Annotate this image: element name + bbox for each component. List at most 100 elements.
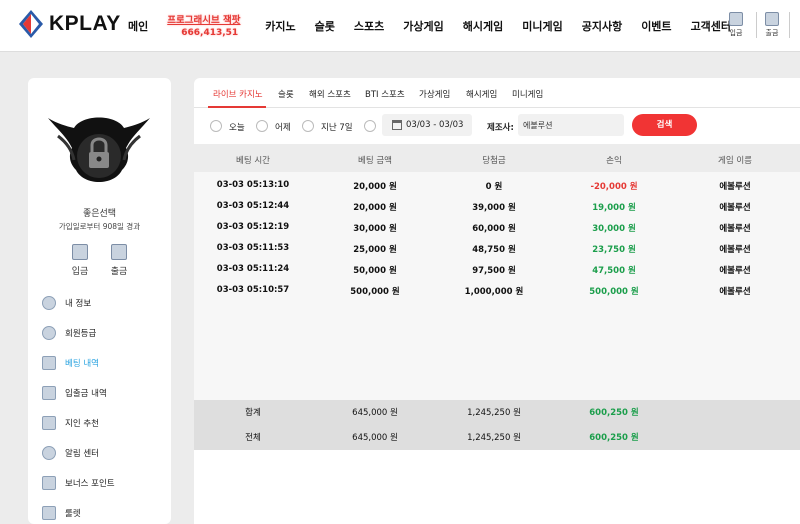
- cell-bet-amount: 30,000 원: [353, 224, 397, 234]
- logo-text: KPLAY: [49, 12, 121, 35]
- sidebar-withdraw-button[interactable]: 출금: [104, 244, 134, 277]
- cell-bet-time: 03-03 05:12:19: [216, 222, 290, 232]
- table-body: 03-03 05:13:10 20,000 원0 원 -20,000 원 에볼루션 03…: [194, 172, 800, 400]
- nav-event[interactable]: 이벤트: [641, 18, 671, 34]
- roulette-icon: [42, 506, 56, 520]
- total-row: 전체 645,000 원 1,245,250 원 600,250 원: [194, 425, 800, 450]
- date-range-value: 03/03 - 03/03: [406, 120, 464, 130]
- cell-game-name: 에볼루션: [719, 266, 751, 276]
- deposit-icon: [72, 244, 88, 260]
- cell-game-name: 에볼루션: [719, 203, 751, 213]
- sidebar-item-label: 지인 추천: [65, 419, 99, 429]
- radio-today-label: 오늘: [229, 123, 245, 133]
- tab-mini-game[interactable]: 미니게임: [512, 88, 543, 100]
- jackpot-amount: 666,413,51: [181, 28, 239, 38]
- radio-custom-date[interactable]: [364, 120, 376, 132]
- nav-deposit-label: 입금: [729, 29, 743, 37]
- sidebar-deposit-label: 입금: [71, 267, 89, 277]
- subtotal-win: 1,245,250 원: [467, 408, 521, 418]
- cell-profit: 500,000 원: [589, 287, 639, 297]
- nav-virtual-game[interactable]: 가상게임: [403, 18, 443, 34]
- subtotal-label: 합계: [245, 408, 261, 418]
- nav-sports[interactable]: 스포츠: [354, 18, 384, 34]
- nav-mini-game[interactable]: 미니게임: [522, 18, 562, 34]
- cell-game-name: 에볼루션: [719, 182, 751, 192]
- wallet-icon: [42, 386, 56, 400]
- nav-withdraw-label: 출금: [765, 29, 779, 37]
- header-bet-time: 베팅 시간: [236, 156, 270, 166]
- cell-profit: 19,000 원: [592, 203, 636, 213]
- sidebar-item-label: 알림 센터: [65, 449, 99, 459]
- table-row: 03-03 05:11:53 25,000 원 48,750 원 23,750 원 에볼…: [194, 239, 800, 260]
- jackpot-title: 프로그래시브 잭팟: [167, 15, 241, 26]
- referral-icon: [42, 416, 56, 430]
- radio-today[interactable]: [210, 120, 222, 132]
- sidebar-item-transaction-history[interactable]: 입출금 내역: [42, 386, 107, 400]
- cell-bet-time: 03-03 05:11:53: [216, 243, 290, 253]
- tab-virtual-game[interactable]: 가상게임: [419, 88, 450, 100]
- radio-last-7-days[interactable]: [302, 120, 314, 132]
- gift-icon: [42, 476, 56, 490]
- radio-last-7-days-label: 지난 7일: [321, 123, 353, 133]
- sidebar-item-membership-level[interactable]: 회원등급: [42, 326, 96, 340]
- sidebar-item-label: 보너스 포인트: [65, 479, 115, 489]
- top-navigation-bar: KPLAY 메인 프로그래시브 잭팟 666,413,51 카지노 슬롯 스포츠…: [0, 0, 800, 52]
- sidebar-item-label: 룰렛: [65, 509, 81, 519]
- cell-bet-time: 03-03 05:13:10: [216, 180, 290, 190]
- subtotal-bet: 645,000 원: [352, 408, 398, 418]
- sidebar-item-label: 베팅 내역: [65, 359, 99, 369]
- tab-live-casino[interactable]: 라이브 카지노: [213, 88, 263, 100]
- withdraw-icon: [111, 244, 127, 260]
- cell-profit: 23,750 원: [592, 245, 636, 255]
- cell-bet-amount: 20,000 원: [353, 182, 397, 192]
- sidebar-item-referral[interactable]: 지인 추천: [42, 416, 99, 430]
- cell-winnings: 1,000,000 원: [464, 287, 524, 297]
- sidebar-item-my-info[interactable]: 내 정보: [42, 296, 91, 310]
- tab-bti-sports[interactable]: BTI 스포츠: [365, 88, 405, 100]
- sidebar-deposit-button[interactable]: 입금: [65, 244, 95, 277]
- search-button[interactable]: 검색: [632, 114, 697, 136]
- maker-select[interactable]: 에볼루션: [518, 114, 624, 136]
- divider: [789, 12, 790, 38]
- cell-game-name: 에볼루션: [719, 245, 751, 255]
- table-row: 03-03 05:10:57 500,000 원 1,000,000 원 500,00…: [194, 281, 800, 302]
- nav-deposit-button[interactable]: 입금: [722, 12, 750, 38]
- sidebar-item-roulette[interactable]: 룰렛: [42, 506, 81, 520]
- radio-yesterday-label: 어제: [275, 123, 291, 133]
- total-win: 1,245,250 원: [467, 433, 521, 443]
- nav-notice[interactable]: 공지사항: [582, 18, 622, 34]
- date-range-picker[interactable]: 03/03 - 03/03: [382, 114, 472, 136]
- nav-hash-game[interactable]: 해시게임: [463, 18, 503, 34]
- sidebar: 좋은선택 가입일로부터 908일 경과 입금 출금 내 정보 회원등급 베팅 내…: [28, 78, 171, 524]
- progressive-jackpot[interactable]: 프로그래시브 잭팟 666,413,51: [167, 6, 251, 46]
- betting-history-panel: 라이브 카지노 슬롯 해외 스포츠 BTI 스포츠 가상게임 해시게임 미니게임…: [194, 78, 800, 524]
- cell-winnings: 97,500 원: [472, 266, 516, 276]
- table-row: 03-03 05:12:19 30,000 원 60,000 원 30,000 원 에볼…: [194, 218, 800, 239]
- total-profit: 600,250 원: [589, 433, 639, 443]
- tab-overseas-sports[interactable]: 해외 스포츠: [309, 88, 351, 100]
- nav-casino[interactable]: 카지노: [265, 18, 295, 34]
- radio-yesterday[interactable]: [256, 120, 268, 132]
- logo[interactable]: KPLAY: [18, 8, 121, 40]
- cell-bet-amount: 25,000 원: [353, 245, 397, 255]
- cell-bet-amount: 20,000 원: [353, 203, 397, 213]
- subtotal-profit: 600,250 원: [589, 408, 639, 418]
- sidebar-item-bonus-point[interactable]: 보너스 포인트: [42, 476, 115, 490]
- tab-hash-game[interactable]: 해시게임: [466, 88, 497, 100]
- tab-slot[interactable]: 슬롯: [278, 88, 294, 100]
- main-nav: 메인 프로그래시브 잭팟 666,413,51 카지노 슬롯 스포츠 가상게임 …: [128, 0, 750, 52]
- header-bet-amount: 베팅 금액: [358, 156, 392, 166]
- nav-main[interactable]: 메인: [128, 18, 148, 34]
- cell-winnings: 60,000 원: [472, 224, 516, 234]
- sidebar-item-label: 입출금 내역: [65, 389, 107, 399]
- nav-slot[interactable]: 슬롯: [315, 18, 335, 34]
- sidebar-item-betting-history[interactable]: 베팅 내역: [42, 356, 99, 370]
- cell-profit: -20,000 원: [590, 182, 638, 192]
- nav-withdraw-button[interactable]: 출금: [758, 12, 786, 38]
- sidebar-item-notification-center[interactable]: 알림 센터: [42, 446, 99, 460]
- deposit-icon: [729, 12, 743, 26]
- cell-winnings: 0 원: [485, 182, 503, 192]
- header-winnings: 당첨금: [482, 156, 506, 166]
- bell-icon: [42, 446, 56, 460]
- cell-bet-time: 03-03 05:10:57: [216, 285, 290, 295]
